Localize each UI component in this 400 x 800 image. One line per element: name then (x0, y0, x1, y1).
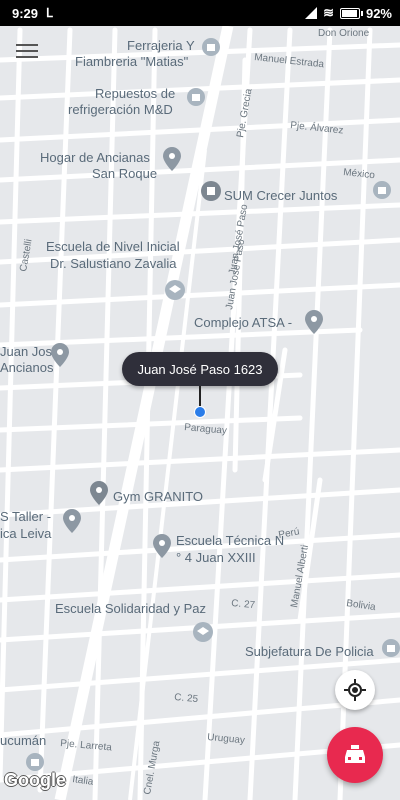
street-label: Don Orione (318, 28, 370, 39)
poi-label: Ancianos (0, 360, 54, 375)
poi-label: Ferrajeria Y (127, 38, 195, 53)
my-location-icon (344, 679, 366, 701)
selected-address-label: Juan José Paso 1623 (122, 352, 278, 386)
poi-label: Complejo ATSA - (194, 315, 292, 330)
poi-label: Juan Jose (0, 344, 59, 359)
poi-label: Subjefatura De Policia (245, 644, 374, 659)
poi-label: Fiambreria "Matias" (75, 54, 189, 69)
status-bar: 9:29 ᒪ ≋ 92% (0, 0, 400, 26)
poi-label: San Roque (92, 166, 157, 181)
street-label: C. 27 (231, 598, 256, 611)
poi-label: Escuela Solidaridad y Paz (55, 601, 206, 616)
hamburger-menu-icon[interactable] (14, 40, 40, 64)
location-pin-icon[interactable] (194, 406, 206, 418)
battery-icon (339, 7, 363, 19)
poi-label: ica Leiva (0, 526, 52, 541)
poi-label: Dr. Salustiano Zavalia (50, 256, 177, 271)
status-time: 9:29 (12, 5, 39, 21)
poi-label: SUM Crecer Juntos (224, 188, 338, 203)
my-location-button[interactable] (335, 670, 375, 710)
poi-label: Gym GRANITO (113, 489, 203, 504)
poi-label: Escuela de Nivel Inicial (46, 239, 180, 254)
status-icons: ≋ 92% (305, 5, 392, 21)
battery-level: 92% (365, 5, 392, 21)
poi-label: ° 4 Juan XXIII (176, 550, 256, 565)
taxi-icon (345, 745, 365, 763)
notification-icon: ᒪ (46, 6, 53, 20)
poi-label: Hogar de Ancianas (40, 150, 150, 165)
google-logo: Google (4, 770, 66, 790)
poi-label: Repuestos de (95, 86, 175, 101)
signal-icon (305, 7, 318, 19)
poi-label: ucumán (0, 733, 46, 748)
poi-label: Escuela Técnica N (176, 533, 284, 548)
poi-label: refrigeración M&D (68, 102, 173, 117)
taxi-button[interactable] (327, 727, 383, 783)
street-label: C. 25 (174, 692, 199, 705)
wifi-icon: ≋ (323, 5, 334, 20)
poi-label: S Taller - (0, 509, 51, 524)
